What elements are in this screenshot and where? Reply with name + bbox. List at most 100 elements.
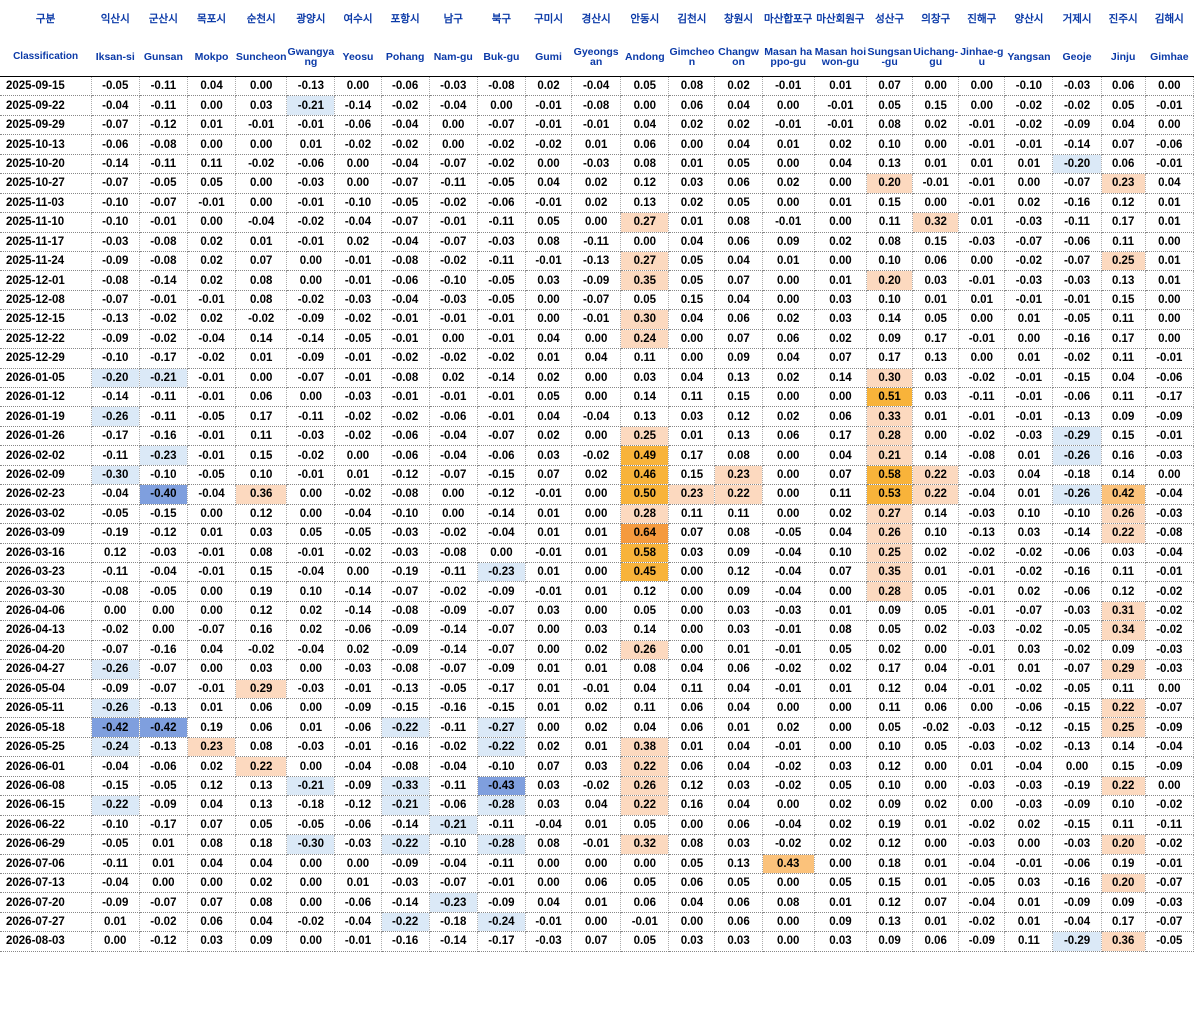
value-cell: 0.03 [525, 795, 573, 816]
header-en-18: Uichang-gu [912, 38, 959, 77]
value-cell: -0.03 [381, 523, 430, 544]
value-cell: 0.28 [620, 504, 670, 525]
value-cell: 0.07 [814, 465, 868, 486]
value-cell: -0.07 [429, 465, 478, 486]
value-cell: 0.01 [571, 581, 622, 602]
value-cell: 0.00 [571, 426, 622, 447]
header-kr-9: 북구 [491, 13, 512, 25]
value-cell: 0.00 [762, 873, 815, 894]
value-cell: -0.05 [958, 873, 1006, 894]
table-row: 2026-03-09 -0.19 -0.12 0.01 0.03 0.05 -0.05 -0.… [0, 523, 1194, 544]
value-cell: 0.01 [958, 154, 1006, 175]
value-cell: -0.02 [91, 620, 140, 641]
value-cell: 0.00 [1145, 465, 1194, 486]
value-cell: 0.04 [525, 406, 573, 427]
header-kr-1: 익산시 [100, 13, 130, 25]
value-cell: -0.11 [477, 251, 526, 272]
value-cell: 0.00 [334, 562, 382, 583]
value-cell: 0.00 [1145, 115, 1194, 136]
value-cell: -0.02 [1052, 95, 1102, 116]
value-cell: -0.01 [381, 387, 430, 408]
value-cell: 0.20 [866, 173, 914, 194]
header-en-21: Geoje [1052, 38, 1102, 77]
table-row: 2025-09-15 -0.05 -0.11 0.04 0.00 -0.13 0.00 -0.… [0, 76, 1194, 97]
value-cell: -0.16 [1052, 193, 1102, 214]
value-cell: 0.24 [620, 329, 670, 350]
value-cell: 0.01 [571, 892, 622, 913]
value-cell: 0.00 [762, 912, 815, 933]
value-cell: -0.06 [334, 815, 382, 836]
value-cell: -0.05 [91, 504, 140, 525]
value-cell: -0.22 [381, 717, 430, 738]
value-cell: 0.00 [429, 134, 478, 155]
value-cell: 0.10 [1004, 504, 1054, 525]
value-cell: -0.07 [91, 115, 140, 136]
value-cell: 0.10 [814, 543, 868, 563]
value-cell: 0.08 [235, 290, 288, 311]
value-cell: 0.01 [286, 134, 336, 155]
value-cell: -0.08 [91, 581, 140, 602]
value-cell: 0.14 [912, 445, 960, 466]
value-cell: -0.04 [91, 756, 140, 777]
value-cell: 0.23 [1101, 173, 1146, 194]
value-cell: 0.12 [620, 581, 670, 602]
value-cell: 0.09 [866, 601, 914, 622]
value-cell: 0.06 [668, 95, 716, 116]
value-cell: -0.07 [91, 290, 140, 311]
value-cell: -0.04 [286, 640, 336, 661]
value-cell: -0.01 [334, 270, 382, 291]
value-cell: 0.01 [1145, 212, 1194, 233]
value-cell: 0.01 [525, 348, 573, 369]
value-cell: -0.01 [1145, 95, 1194, 116]
value-cell: 0.25 [1101, 251, 1146, 272]
header-kr-19: 진해구 [967, 13, 997, 25]
value-cell: -0.01 [958, 270, 1006, 291]
row-date-cell: 2025-11-17 [0, 232, 92, 252]
table-row: 2026-03-16 0.12 -0.03 -0.01 0.08 -0.01 -0.02 -0… [0, 543, 1194, 563]
value-cell: 0.00 [668, 348, 716, 369]
value-cell: -0.16 [1052, 873, 1102, 894]
value-cell: -0.09 [1052, 795, 1102, 816]
value-cell: -0.07 [139, 892, 188, 913]
header-en-8: Nam-gu [429, 38, 478, 77]
value-cell: 0.01 [912, 562, 960, 583]
value-cell: -0.11 [91, 854, 140, 874]
row-date-cell: 2026-06-08 [0, 776, 92, 797]
value-cell: -0.04 [381, 232, 430, 252]
value-cell: 0.04 [668, 892, 716, 913]
value-cell: 0.00 [912, 776, 960, 797]
value-cell: 0.06 [714, 815, 763, 836]
value-cell: 0.02 [429, 368, 478, 389]
value-cell: -0.08 [139, 232, 188, 252]
value-cell: -0.07 [429, 873, 478, 894]
value-cell: 0.11 [866, 698, 914, 719]
value-cell: -0.14 [429, 931, 478, 952]
table-row: 2026-07-27 0.01 -0.02 0.06 0.04 -0.02 -0.04 -0.… [0, 912, 1194, 933]
value-cell: 0.00 [429, 484, 478, 505]
value-cell: -0.03 [1052, 270, 1102, 291]
value-cell: 0.01 [571, 737, 622, 758]
value-cell: 0.00 [1145, 76, 1194, 97]
row-date-cell: 2026-06-29 [0, 834, 92, 855]
value-cell: 0.10 [1101, 795, 1146, 816]
value-cell: -0.01 [334, 251, 382, 272]
value-cell: 0.00 [91, 601, 140, 622]
value-cell: -0.01 [1145, 562, 1194, 583]
value-cell: 0.02 [334, 640, 382, 661]
value-cell: 0.00 [1145, 329, 1194, 350]
row-date-cell: 2026-02-23 [0, 484, 92, 505]
value-cell: 0.26 [620, 640, 670, 661]
value-cell: 0.19 [235, 581, 288, 602]
value-cell: -0.10 [429, 270, 478, 291]
value-cell: 0.00 [286, 854, 336, 874]
value-cell: 0.05 [1101, 95, 1146, 116]
header-kr-8: 남구 [443, 13, 463, 25]
value-cell: -0.09 [334, 698, 382, 719]
value-cell: 0.00 [571, 601, 622, 622]
value-cell: 0.01 [525, 679, 573, 700]
value-cell: -0.02 [1004, 562, 1054, 583]
value-cell: -0.01 [187, 679, 237, 700]
value-cell: 0.00 [814, 581, 868, 602]
value-cell: 0.04 [912, 659, 960, 680]
value-cell: -0.09 [1145, 406, 1194, 427]
